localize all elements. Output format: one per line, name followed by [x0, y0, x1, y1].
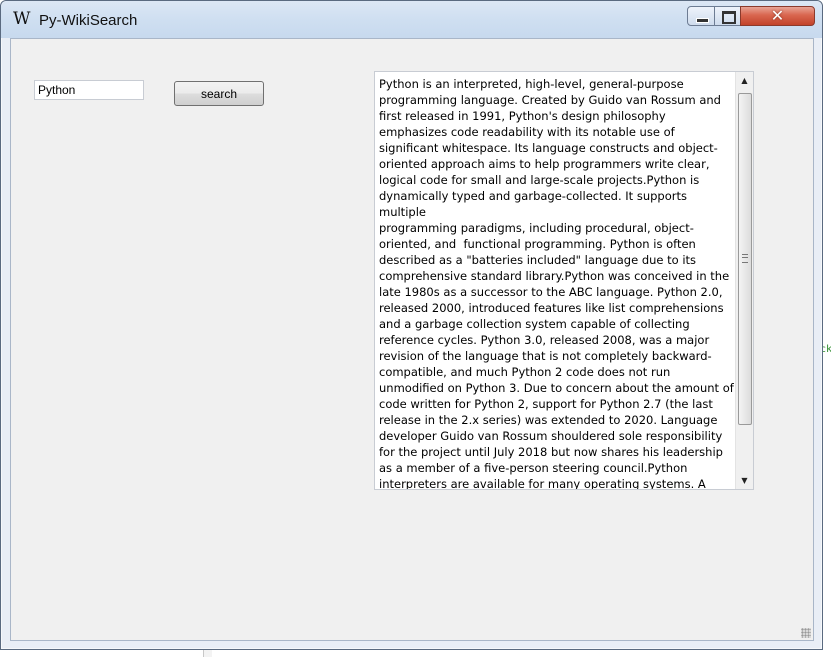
- result-text-area[interactable]: Python is an interpreted, high-level, ge…: [374, 71, 754, 490]
- title-bar[interactable]: W Py-WikiSearch ✕: [1, 1, 822, 38]
- search-input[interactable]: [34, 80, 144, 100]
- result-text: Python is an interpreted, high-level, ge…: [379, 77, 734, 490]
- close-button[interactable]: ✕: [740, 6, 815, 26]
- maximize-icon: [722, 11, 736, 24]
- close-icon: ✕: [770, 6, 785, 25]
- vertical-scrollbar[interactable]: ▲ ▼: [735, 72, 753, 489]
- window-title: Py-WikiSearch: [39, 12, 138, 29]
- wikipedia-logo-icon: W: [13, 9, 31, 29]
- search-button[interactable]: search: [174, 81, 264, 106]
- scrollbar-thumb[interactable]: [738, 93, 752, 425]
- scroll-up-arrow-icon[interactable]: ▲: [736, 72, 753, 89]
- resize-grip-icon[interactable]: [801, 628, 811, 638]
- minimize-icon: [696, 18, 709, 23]
- maximize-button[interactable]: [714, 6, 741, 26]
- app-window: W Py-WikiSearch ✕ search Python is an in…: [0, 0, 823, 650]
- scroll-down-arrow-icon[interactable]: ▼: [736, 472, 753, 489]
- grip-icon: [742, 254, 748, 263]
- minimize-button[interactable]: [687, 6, 715, 26]
- window-client-area: search Python is an interpreted, high-le…: [10, 38, 814, 641]
